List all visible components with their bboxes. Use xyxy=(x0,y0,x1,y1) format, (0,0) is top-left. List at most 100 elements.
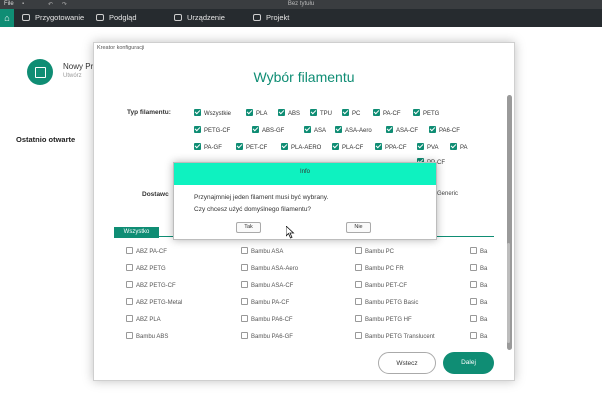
type-checkbox[interactable]: PA6-CF xyxy=(429,126,460,136)
list-item[interactable]: ABZ PETG-Metal xyxy=(126,298,182,308)
checkbox-icon xyxy=(355,247,362,254)
list-item[interactable]: Bambu PA6-CF xyxy=(241,315,293,325)
type-checkbox[interactable]: PET-CF xyxy=(236,143,267,153)
checkbox-icon xyxy=(241,247,248,254)
cube-icon xyxy=(22,14,30,21)
list-item[interactable]: Bambu PETG HF xyxy=(355,315,412,325)
checkbox-icon xyxy=(470,298,477,305)
list-item[interactable]: Ba xyxy=(470,315,487,325)
list-item[interactable]: ABZ PLA xyxy=(126,315,161,325)
checkbox-icon xyxy=(373,109,380,116)
checkbox-icon xyxy=(310,109,317,116)
tab-podglad[interactable]: Podgląd xyxy=(96,9,137,27)
type-checkbox[interactable]: ASA xyxy=(304,126,326,136)
checkbox-icon xyxy=(194,109,201,116)
type-checkbox[interactable]: Wszystkie xyxy=(194,109,231,119)
tab-urzadzenie[interactable]: Urządzenie xyxy=(174,9,225,27)
type-checkbox[interactable]: PLA-AERO xyxy=(281,143,321,153)
project-icon xyxy=(253,14,261,21)
filament-type-label: Typ filamentu: xyxy=(127,109,171,116)
type-checkbox[interactable]: PA-GF xyxy=(194,143,222,153)
list-item[interactable]: Ba xyxy=(470,281,487,291)
checkbox-icon xyxy=(126,298,133,305)
list-item[interactable]: Bambu ASA xyxy=(241,247,283,257)
new-project-label[interactable]: Nowy Pr xyxy=(63,62,93,71)
type-checkbox[interactable]: ABS xyxy=(278,109,300,119)
type-checkbox[interactable]: PETG xyxy=(413,109,439,119)
dialog-title: Info xyxy=(299,169,310,175)
checkbox-icon xyxy=(126,247,133,254)
checkbox-icon xyxy=(332,143,339,150)
list-item[interactable]: Bambu PC xyxy=(355,247,394,257)
type-checkbox[interactable]: PLA xyxy=(246,109,267,119)
checkbox-icon xyxy=(355,332,362,339)
checkbox-icon xyxy=(252,126,259,133)
no-button[interactable]: Nie xyxy=(346,222,371,233)
type-checkbox[interactable]: ASA-CF xyxy=(386,126,418,136)
type-checkbox[interactable]: PPA-CF xyxy=(375,143,407,153)
home-icon[interactable]: ⌂ xyxy=(0,9,14,27)
tab-przygotowanie[interactable]: Przygotowanie xyxy=(22,9,84,27)
checkbox-icon xyxy=(126,332,133,339)
next-button[interactable]: Dalej xyxy=(443,352,494,374)
checkbox-icon xyxy=(335,126,342,133)
device-icon xyxy=(174,14,182,21)
list-item[interactable]: Bambu PETG Translucent xyxy=(355,332,435,342)
title-bar: File ▪ ↶ ↷ Bez tytułu xyxy=(0,0,602,9)
yes-button[interactable]: Tak xyxy=(236,222,261,233)
checkbox-icon xyxy=(470,264,477,271)
checkbox-icon xyxy=(241,332,248,339)
type-checkbox[interactable]: PA xyxy=(450,143,468,153)
list-item[interactable]: ABZ PETG xyxy=(126,264,166,274)
list-item[interactable]: Ba xyxy=(470,247,487,257)
back-button[interactable]: Wstecz xyxy=(378,352,436,374)
list-item[interactable]: Bambu PA-CF xyxy=(241,298,289,308)
checkbox-icon xyxy=(355,298,362,305)
list-item[interactable]: Bambu PC FR xyxy=(355,264,404,274)
new-project-icon[interactable] xyxy=(27,59,53,85)
mouse-cursor-icon xyxy=(286,226,295,239)
vendor-generic[interactable]: Generic xyxy=(437,191,458,197)
checkbox-icon xyxy=(278,109,285,116)
type-checkbox[interactable]: PC xyxy=(342,109,360,119)
list-item[interactable]: ABZ PETG-CF xyxy=(126,281,176,291)
tab-projekt[interactable]: Projekt xyxy=(253,9,289,27)
type-checkbox[interactable]: ABS-GF xyxy=(252,126,284,136)
type-checkbox[interactable]: ASA-Aero xyxy=(335,126,372,136)
list-item[interactable]: Ba xyxy=(470,264,487,274)
window-title: Bez tytułu xyxy=(287,1,315,7)
checkbox-icon xyxy=(470,332,477,339)
checkbox-icon xyxy=(241,281,248,288)
list-item[interactable]: Ba xyxy=(470,298,487,308)
list-item[interactable]: Bambu ABS xyxy=(126,332,168,342)
checkbox-icon xyxy=(413,109,420,116)
checkbox-icon xyxy=(304,126,311,133)
tab-all[interactable]: Wszystko xyxy=(114,227,159,238)
checkbox-icon xyxy=(194,126,201,133)
type-checkbox[interactable]: PLA-CF xyxy=(332,143,363,153)
type-checkbox[interactable]: TPU xyxy=(310,109,332,119)
new-project-subtitle: Utwórz xyxy=(63,73,82,79)
list-item[interactable]: Bambu ASA-Aero xyxy=(241,264,298,274)
dialog-message-line1: Przynajmniej jeden filament musi być wyb… xyxy=(194,194,329,201)
type-checkbox[interactable]: PA-CF xyxy=(373,109,401,119)
info-dialog: Info Przynajmniej jeden filament musi by… xyxy=(173,162,437,240)
checkbox-icon xyxy=(126,281,133,288)
preview-icon xyxy=(96,14,104,21)
list-scrollbar[interactable] xyxy=(507,243,510,343)
list-item[interactable]: Bambu PET-CF xyxy=(355,281,407,291)
type-checkbox[interactable]: PETG-CF xyxy=(194,126,230,136)
checkbox-icon xyxy=(375,143,382,150)
recent-heading: Ostatnio otwarte xyxy=(16,135,76,144)
checkbox-icon xyxy=(194,143,201,150)
list-item[interactable]: Bambu PA6-GF xyxy=(241,332,293,342)
vendor-label: Dostawc xyxy=(142,191,169,198)
top-navigation: ⌂ Przygotowanie Podgląd Urządzenie Proje… xyxy=(0,9,602,27)
checkbox-icon xyxy=(429,126,436,133)
list-item[interactable]: ABZ PA-CF xyxy=(126,247,167,257)
list-item[interactable]: Bambu ASA-CF xyxy=(241,281,293,291)
type-checkbox[interactable]: PVA xyxy=(417,143,439,153)
list-item[interactable]: Ba xyxy=(470,332,487,342)
checkbox-icon xyxy=(281,143,288,150)
list-item[interactable]: Bambu PETG Basic xyxy=(355,298,418,308)
